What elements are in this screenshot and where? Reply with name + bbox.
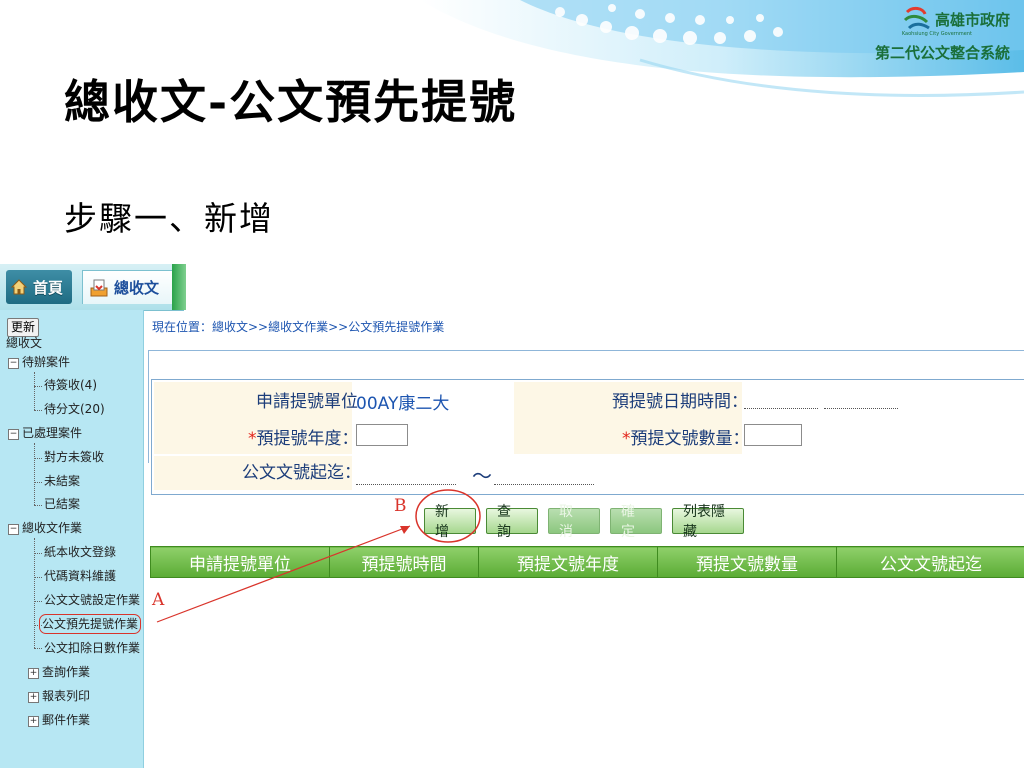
query-button[interactable]: 查詢 <box>486 504 538 540</box>
app-screenshot: 首頁 總收文 更新 總收文 − 待辦案件 待簽收(4) 待分文(20) − 已處理案… <box>0 264 1024 768</box>
tree-item-closed-case[interactable]: 已結案 <box>44 496 80 512</box>
tree-connector <box>34 410 42 411</box>
year-label: *預提號年度： <box>248 424 359 449</box>
tree-group-pending[interactable]: − 待辦案件 <box>8 354 70 370</box>
collapse-icon[interactable]: − <box>8 524 19 535</box>
range-label: 公文文號起迄： <box>242 463 361 483</box>
tree-connector <box>34 648 42 649</box>
tree-group-label: 郵件作業 <box>42 713 91 727</box>
logo-english-name: Kaohsiung City Government <box>901 31 972 37</box>
tree-group-label: 查詢作業 <box>42 665 91 679</box>
tree-group-label: 待辦案件 <box>22 355 71 369</box>
top-tab-bar: 首頁 總收文 <box>0 264 186 311</box>
year-input[interactable] <box>356 424 408 446</box>
column-header[interactable]: 公文文號起迄 <box>836 546 1024 578</box>
tree-group-label: 已處理案件 <box>22 426 83 440</box>
new-button[interactable]: 新增 <box>424 504 476 540</box>
range-end-line <box>494 484 594 485</box>
tree-item-number-setting[interactable]: 公文文號設定作業 <box>44 592 140 608</box>
tab-total-receive-label: 總收文 <box>114 279 160 297</box>
count-label-text: 預提文號數量： <box>630 429 750 449</box>
required-mark: * <box>622 429 631 449</box>
tree-group-processed[interactable]: − 已處理案件 <box>8 425 82 441</box>
tree-connector <box>34 386 42 387</box>
year-label-text: 預提號年度： <box>256 429 359 449</box>
tree-connector <box>34 577 42 578</box>
tree-item-code-maintenance[interactable]: 代碼資料維護 <box>44 568 116 584</box>
tree-item-to-distribute[interactable]: 待分文(20) <box>44 401 105 417</box>
house-icon <box>10 279 28 295</box>
tree-connector <box>34 505 42 506</box>
expand-icon[interactable]: + <box>28 692 39 703</box>
main-content: 現在位置：總收文>>總收文作業>>公文預先提號作業 申請提號單位 00AY康二大… <box>144 310 1024 768</box>
city-emblem-icon <box>903 6 930 30</box>
tree-connector <box>34 482 42 483</box>
tab-home[interactable]: 首頁 <box>6 270 72 304</box>
unit-value: 00AY康二大 <box>356 394 450 414</box>
collapse-icon[interactable]: − <box>8 358 19 369</box>
column-header[interactable]: 預提文號數量 <box>657 546 837 578</box>
tree-connector <box>34 601 42 602</box>
annotation-label-b: B <box>394 496 407 516</box>
tree-group-query[interactable]: + 查詢作業 <box>28 664 90 680</box>
tree-group-report[interactable]: + 報表列印 <box>28 688 90 704</box>
expand-icon[interactable]: + <box>28 668 39 679</box>
tree-group-label: 總收文作業 <box>22 521 83 535</box>
count-input[interactable] <box>744 424 802 446</box>
slide-subtitle: 步驟一、新增 <box>64 199 274 238</box>
column-header[interactable]: 預提號時間 <box>329 546 479 578</box>
annotation-label-a: A <box>152 590 165 610</box>
tab-total-receive[interactable]: 總收文 <box>82 270 182 304</box>
column-header[interactable]: 預提文號年度 <box>478 546 658 578</box>
slide-title: 總收文-公文預先提號 <box>64 75 518 129</box>
tree-connector <box>34 553 42 554</box>
tree-connector <box>34 538 35 648</box>
document-inbox-icon <box>90 279 108 296</box>
tree-item-deduct-days[interactable]: 公文扣除日數作業 <box>44 640 140 656</box>
column-header[interactable]: 申請提號單位 <box>150 546 330 578</box>
collapse-icon[interactable]: − <box>8 429 19 440</box>
tree-group-receive-ops[interactable]: − 總收文作業 <box>8 520 82 536</box>
breadcrumb: 現在位置：總收文>>總收文作業>>公文預先提號作業 <box>152 320 445 334</box>
logo-city-name: 高雄市政府 <box>934 10 1010 29</box>
tab-home-label: 首頁 <box>33 278 64 297</box>
action-buttons: 新增 查詢 取消 確定 列表隱藏 <box>424 504 744 540</box>
required-mark: * <box>248 429 257 449</box>
government-logo: 高雄市政府 Kaohsiung City Government 第二代公文整合系… <box>875 6 1010 63</box>
form-grid: 申請提號單位 00AY康二大 預提號日期時間： *預提號年度： *預提文號數量：… <box>151 379 1024 495</box>
tree-item-paper-receive[interactable]: 紙本收文登錄 <box>44 544 116 560</box>
tree-item-open-case[interactable]: 未結案 <box>44 473 80 489</box>
tree-item-not-signed[interactable]: 對方未簽收 <box>44 449 104 465</box>
datetime-value-line <box>744 408 818 409</box>
unit-label: 申請提號單位 <box>256 392 358 412</box>
hide-list-button[interactable]: 列表隱藏 <box>672 504 744 540</box>
datetime-value-line <box>824 408 898 409</box>
tree-connector <box>34 443 35 505</box>
sidebar: 更新 總收文 − 待辦案件 待簽收(4) 待分文(20) − 已處理案件 對方未簽收… <box>0 310 144 768</box>
tree-item-to-sign[interactable]: 待簽收(4) <box>44 377 97 393</box>
tree-connector <box>34 372 35 410</box>
expand-icon[interactable]: + <box>28 716 39 727</box>
confirm-button[interactable]: 確定 <box>610 504 662 540</box>
tree-group-label: 報表列印 <box>42 689 91 703</box>
datetime-label: 預提號日期時間： <box>612 392 748 412</box>
tree-group-mail[interactable]: + 郵件作業 <box>28 712 90 728</box>
range-start-line <box>356 484 456 485</box>
tab-bar-accent <box>172 264 186 310</box>
tree-connector <box>34 458 42 459</box>
count-label: *預提文號數量： <box>622 424 750 449</box>
table-header-row: 申請提號單位 預提號時間 預提文號年度 預提文號數量 公文文號起迄 <box>150 546 1024 578</box>
tree-root[interactable]: 總收文 <box>6 335 42 351</box>
logo-system-name: 第二代公文整合系統 <box>874 44 1010 62</box>
range-separator: ～ <box>472 464 492 488</box>
form-panel: 申請提號單位 00AY康二大 預提號日期時間： *預提號年度： *預提文號數量：… <box>148 350 1024 495</box>
cancel-button[interactable]: 取消 <box>548 504 600 540</box>
results-table: 申請提號單位 預提號時間 預提文號年度 預提文號數量 公文文號起迄 <box>150 546 1024 578</box>
tree-item-pre-number[interactable]: 公文預先提號作業 <box>38 614 142 634</box>
